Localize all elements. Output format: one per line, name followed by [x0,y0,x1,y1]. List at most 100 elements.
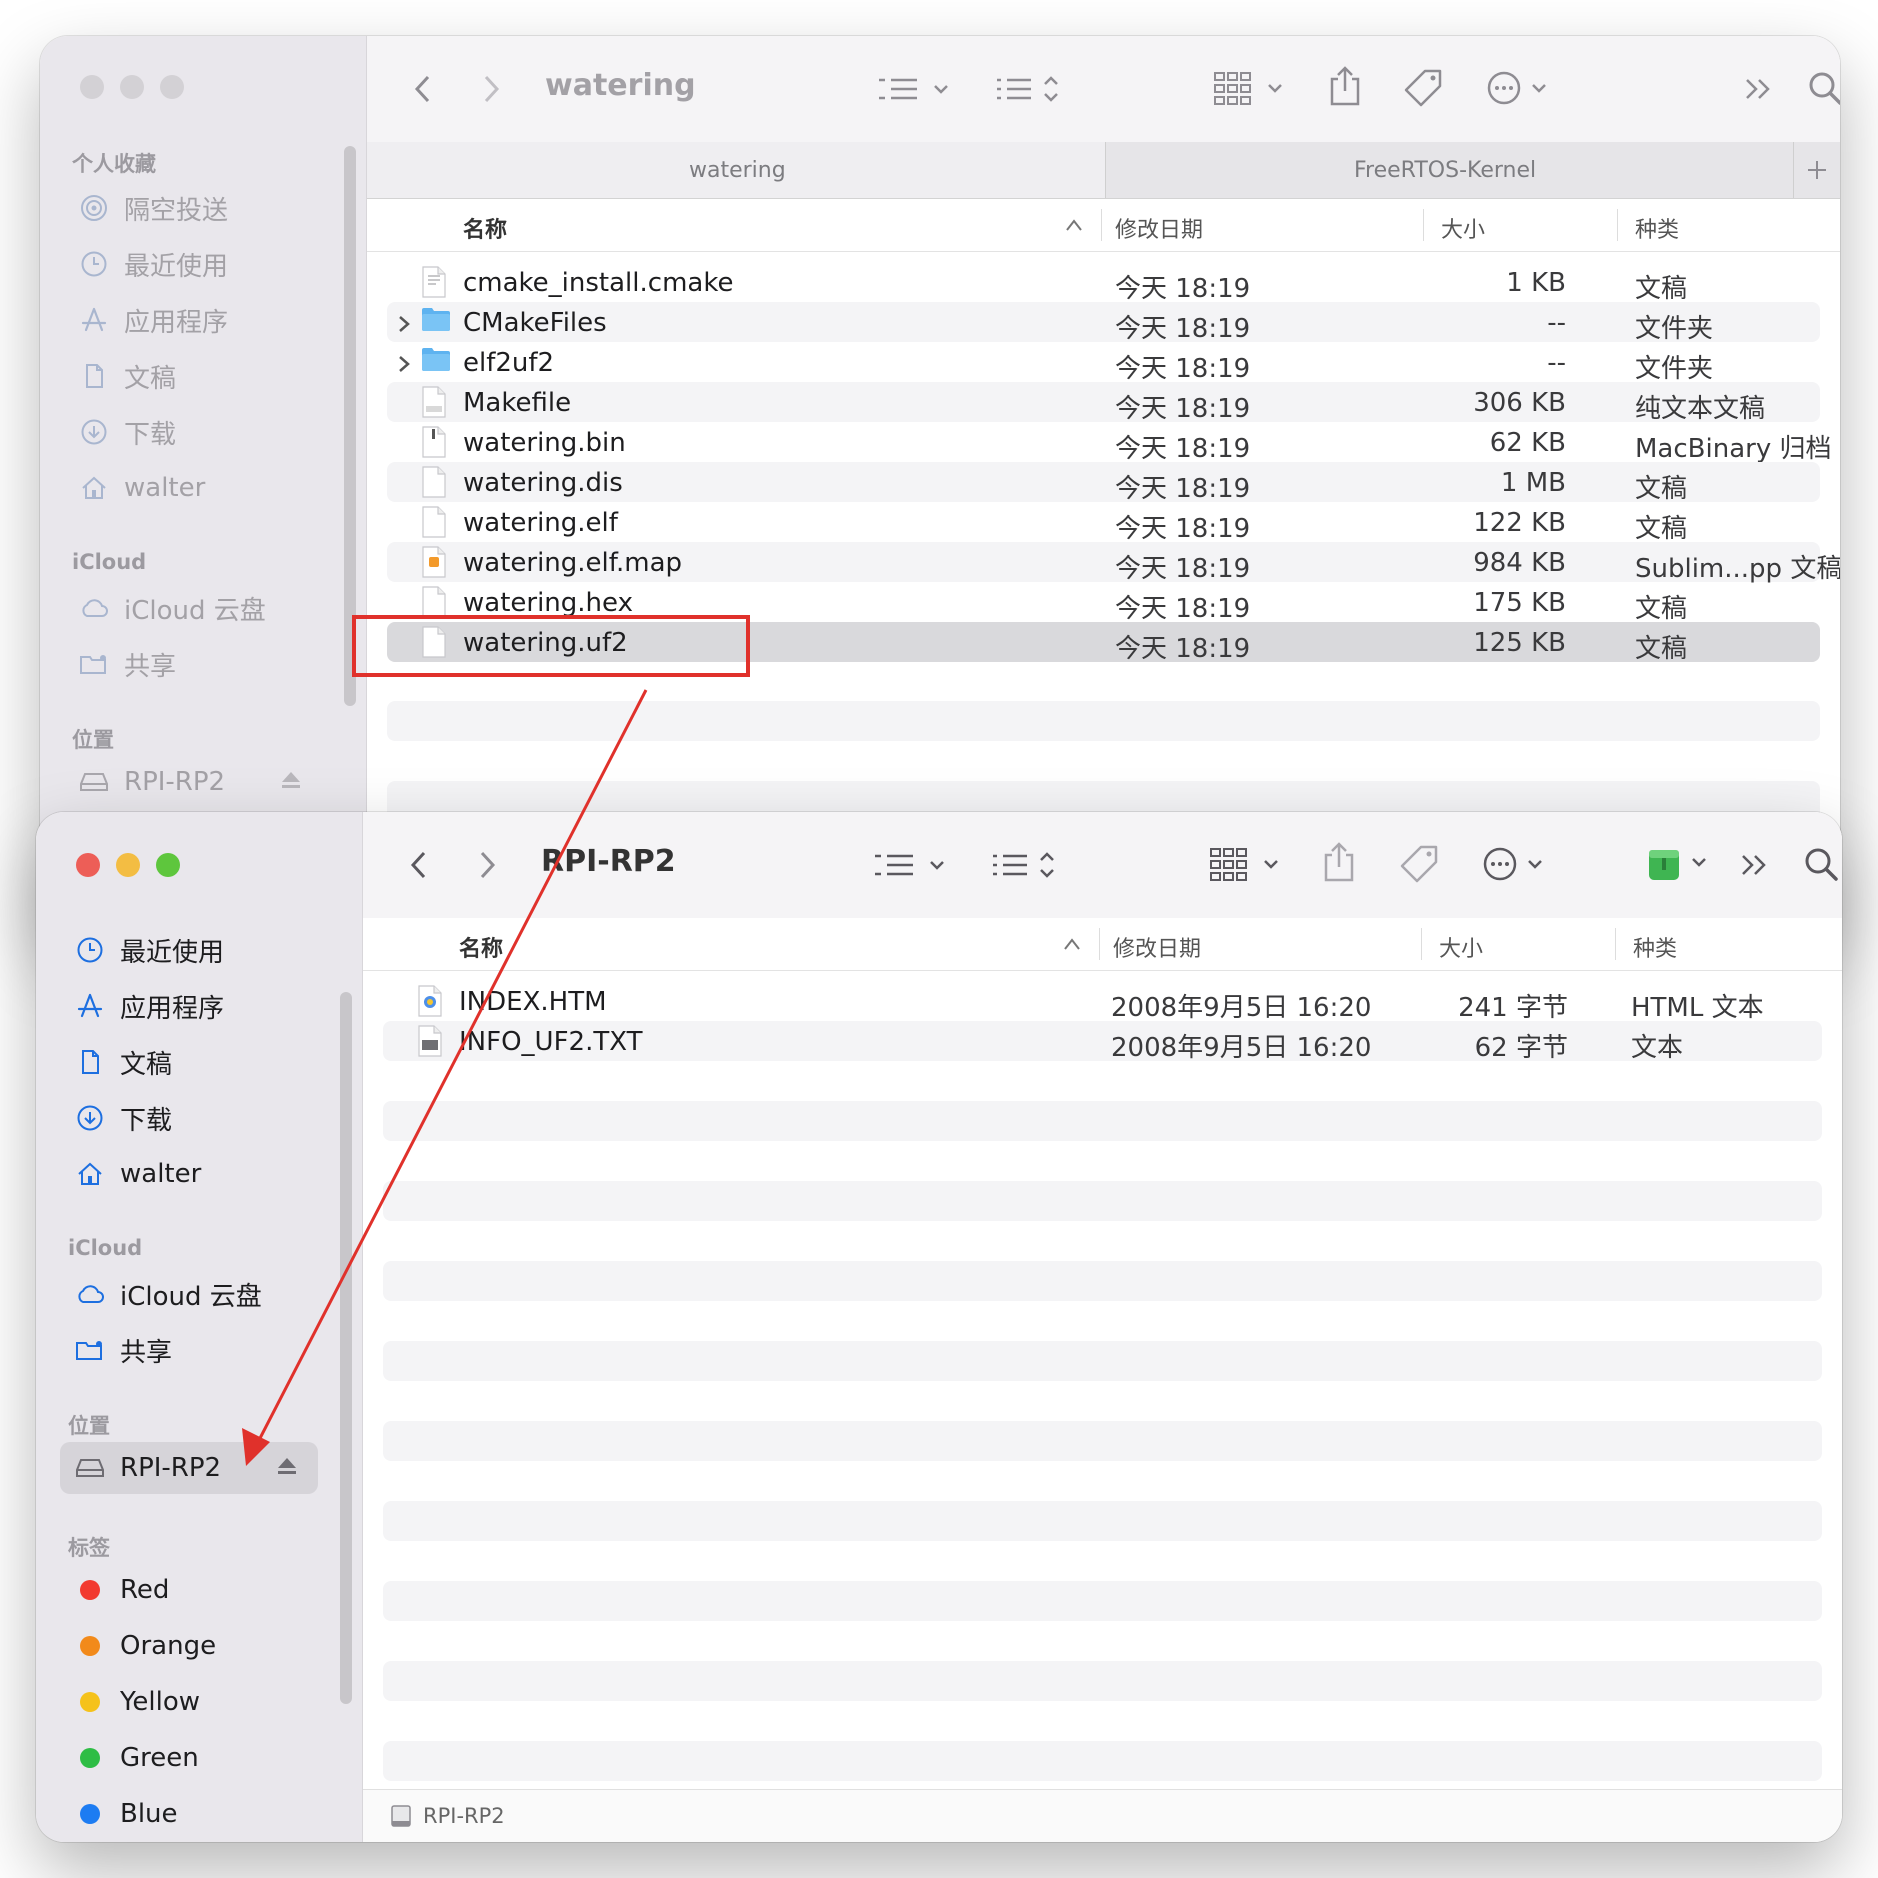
file-name: INFO_UF2.TXT [459,1027,643,1057]
tab-freertos-kernel[interactable]: FreeRTOS-Kernel [1106,142,1792,198]
sidebar-section-tags: 标签 [68,1536,110,1560]
sidebar-item-downloads[interactable]: 下载 [60,1092,318,1144]
tag-dot-icon [80,1580,100,1600]
file-row[interactable]: watering.dis 今天 18:19 1 MB 文稿 [387,462,1820,504]
column-size[interactable]: 大小 [1439,931,1483,963]
sort-ascending-icon[interactable] [1065,213,1083,238]
sidebar-item-label: 应用程序 [120,993,225,1024]
share-icon[interactable] [1321,838,1357,886]
sidebar-item-home[interactable]: walter [64,462,322,514]
file-row[interactable]: INDEX.HTM 2008年9月5日 16:20 241 字节 HTML 文本 [383,981,1822,1023]
sidebar-item-label: walter [124,473,206,503]
file-row[interactable]: CMakeFiles 今天 18:19 -- 文件夹 [387,302,1820,344]
column-kind[interactable]: 种类 [1635,212,1679,244]
file-kind: 文稿 [1635,594,1688,624]
sidebar-tag-yellow[interactable]: Yellow [60,1676,318,1728]
search-icon[interactable] [1803,66,1840,110]
column-name[interactable]: 名称 [463,212,507,244]
forward-chevron-icon[interactable] [477,66,507,112]
sort-ascending-icon[interactable] [1063,932,1081,957]
back-chevron-icon[interactable] [403,842,433,888]
sidebar-item-label: RPI-RP2 [124,767,226,797]
sidebar-item-icloud-drive[interactable]: iCloud 云盘 [60,1268,318,1320]
document-icon [74,1046,106,1078]
folder-icon [421,346,451,379]
toolbar: watering [367,36,1840,143]
view-options-icon[interactable] [1213,70,1293,108]
sidebar-item-applications[interactable]: 应用程序 [60,980,318,1032]
file-row[interactable]: watering.elf 今天 18:19 122 KB 文稿 [387,502,1820,544]
file-row[interactable]: elf2uf2 今天 18:19 -- 文件夹 [387,342,1820,384]
close-button[interactable] [76,853,100,877]
sidebar-item-applications[interactable]: 应用程序 [64,294,322,346]
view-options-icon[interactable] [1209,846,1289,884]
sidebar-item-shared[interactable]: 共享 [60,1324,318,1376]
file-date: 今天 18:19 [1115,514,1251,544]
sidebar-tag-orange[interactable]: Orange [60,1620,318,1672]
eject-icon[interactable] [276,1456,298,1480]
sidebar-item-recents[interactable]: 最近使用 [60,924,318,976]
file-date: 今天 18:19 [1115,634,1251,664]
path-bar-item[interactable]: RPI-RP2 [423,1804,505,1828]
zoom-button[interactable] [160,75,184,99]
main-pane: RPI-RP2 名称 修改日期 大小 种类 INDEX.HTM 2008年9月5… [363,812,1842,1842]
tab-watering[interactable]: watering [367,142,1106,198]
sidebar-item-rpi-rp2[interactable]: RPI-RP2 [64,756,322,808]
minimize-button[interactable] [116,853,140,877]
file-row[interactable]: Makefile 今天 18:19 306 KB 纯文本文稿 [387,382,1820,424]
sidebar-scrollbar[interactable] [340,992,352,1704]
sidebar-item-icloud-drive[interactable]: iCloud 云盘 [64,582,322,634]
column-kind[interactable]: 种类 [1633,931,1677,963]
sidebar-item-label: walter [120,1159,202,1189]
sidebar-item-shared[interactable]: 共享 [64,638,322,690]
eject-icon[interactable] [280,770,302,794]
disclosure-chevron-icon[interactable] [397,351,411,381]
close-button[interactable] [80,75,104,99]
forward-chevron-icon[interactable] [473,842,503,888]
empty-row-stripe [387,701,1820,741]
disclosure-chevron-icon[interactable] [397,311,411,341]
back-chevron-icon[interactable] [407,66,437,112]
file-row[interactable]: INFO_UF2.TXT 2008年9月5日 16:20 62 字节 文本 [383,1021,1822,1063]
sidebar-item-rpi-rp2[interactable]: RPI-RP2 [60,1442,318,1494]
tag-dot-icon [80,1692,100,1712]
column-name[interactable]: 名称 [459,931,503,963]
group-by-icon[interactable] [873,848,953,882]
zoom-button[interactable] [156,853,180,877]
sidebar-tag-red[interactable]: Red [60,1564,318,1616]
column-date[interactable]: 修改日期 [1115,212,1203,244]
more-actions-icon[interactable] [1487,68,1557,108]
sidebar-item-documents[interactable]: 文稿 [64,350,322,402]
sidebar-item-home[interactable]: walter [60,1148,318,1200]
sidebar-item-downloads[interactable]: 下载 [64,406,322,458]
column-size[interactable]: 大小 [1441,212,1485,244]
toolbar-overflow-icon[interactable] [1737,848,1773,882]
sidebar-tag-blue[interactable]: Blue [60,1788,318,1840]
file-row[interactable]: watering.bin 今天 18:19 62 KB MacBinary 归档 [387,422,1831,464]
file-name: Makefile [463,388,572,418]
file-name: watering.elf.map [463,548,683,578]
new-tab-plus-icon[interactable] [1793,142,1840,198]
tag-icon[interactable] [1397,842,1441,886]
sidebar-item-airdrop[interactable]: 隔空投送 [64,182,322,234]
file-row[interactable]: cmake_install.cmake 今天 18:19 1 KB 文稿 [387,262,1820,304]
sort-list-icon[interactable] [995,72,1065,106]
sidebar-item-documents[interactable]: 文稿 [60,1036,318,1088]
clock-icon [74,934,106,966]
toolbar-overflow-icon[interactable] [1741,72,1777,106]
archive-app-icon[interactable] [1645,842,1715,886]
sidebar-item-recents[interactable]: 最近使用 [64,238,322,290]
sort-list-icon[interactable] [991,848,1061,882]
document-file-icon [418,1025,442,1057]
share-icon[interactable] [1327,62,1363,110]
cloud-icon [74,1278,106,1310]
file-row[interactable]: watering.elf.map 今天 18:19 984 KB Sublim...p… [387,542,1840,584]
sidebar-tag-green[interactable]: Green [60,1732,318,1784]
more-actions-icon[interactable] [1483,844,1553,884]
search-icon[interactable] [1799,842,1842,886]
tag-icon[interactable] [1401,66,1445,110]
column-date[interactable]: 修改日期 [1113,931,1201,963]
group-by-icon[interactable] [877,72,957,106]
file-size: 1 MB [1500,468,1566,498]
minimize-button[interactable] [120,75,144,99]
